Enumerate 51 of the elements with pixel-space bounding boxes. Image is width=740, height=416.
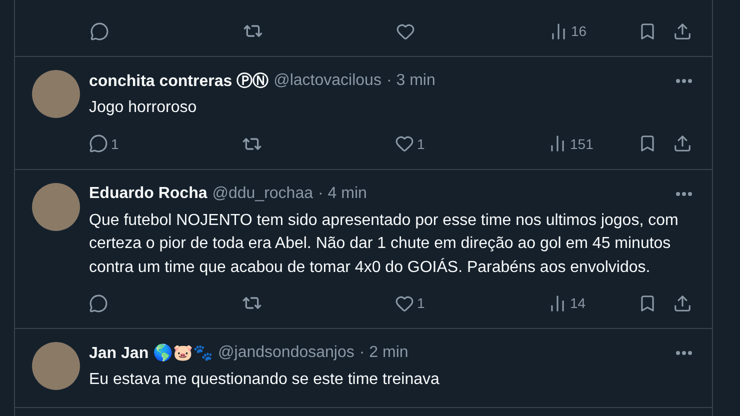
user-name[interactable]: Jan Jan 🌎🐷🐾 (89, 343, 214, 363)
more-icon (676, 79, 692, 83)
views-icon (548, 294, 567, 312)
avatar[interactable] (32, 342, 80, 390)
more-button[interactable] (676, 351, 692, 355)
bookmark-icon (638, 134, 657, 153)
more-button[interactable] (676, 79, 692, 83)
share-button[interactable] (673, 22, 692, 40)
post-text: Que futebol NOJENTO tem sido apresentado por esse time nos ultimos jogos, com certeza o pior de toda era Abel. Não dar 1 chute em direção ao gol em 45 minutos contra um time que acabou de tomar 4x0 do GOIÁS. Parabéns aos envolvidos. (89, 210, 680, 278)
views-button[interactable]: 14 (548, 294, 586, 312)
reply-button[interactable] (90, 22, 109, 40)
like-button[interactable] (396, 22, 415, 40)
more-icon (676, 351, 692, 355)
reply-icon (89, 134, 108, 153)
bookmark-icon (638, 22, 657, 40)
reply-button[interactable] (89, 294, 108, 312)
share-icon (673, 134, 692, 153)
share-icon (673, 22, 692, 40)
views-icon (548, 134, 567, 153)
post-time: · 3 min (386, 72, 436, 90)
user-name[interactable]: conchita contreras ⓅⓃ (89, 70, 269, 92)
bookmark-button[interactable] (638, 134, 657, 153)
user-handle: @jandsondosanjos (218, 344, 354, 362)
user-handle: @ddu_rochaa (212, 184, 313, 202)
like-button[interactable]: 1 (395, 294, 425, 312)
share-button[interactable] (673, 134, 692, 153)
bookmark-button[interactable] (638, 22, 657, 40)
avatar[interactable] (32, 182, 80, 230)
user-name[interactable]: Eduardo Rocha (89, 184, 208, 202)
more-icon (676, 192, 692, 196)
share-button[interactable] (673, 294, 692, 312)
bookmark-button[interactable] (638, 294, 657, 312)
user-handle: @lactovacilous (274, 72, 382, 90)
post-text: Eu estava me questionando se este time treinava (89, 370, 440, 390)
post-time: · 2 min (359, 344, 408, 362)
views-button[interactable]: 16 (549, 22, 587, 40)
reply-icon (90, 22, 109, 40)
heart-icon (396, 22, 415, 40)
views-icon (549, 22, 568, 40)
more-button[interactable] (676, 192, 692, 196)
bookmark-icon (638, 294, 657, 312)
reply-icon (89, 294, 108, 312)
share-icon (673, 294, 692, 312)
post-text: Jogo horroroso (89, 98, 198, 118)
reply-button[interactable]: 1 (89, 134, 119, 153)
views-button[interactable]: 151 (548, 134, 594, 153)
post-time: · 4 min (318, 184, 367, 202)
like-button[interactable]: 1 (395, 134, 425, 153)
avatar[interactable] (32, 70, 80, 118)
heart-icon (395, 134, 414, 153)
heart-icon (395, 294, 414, 312)
